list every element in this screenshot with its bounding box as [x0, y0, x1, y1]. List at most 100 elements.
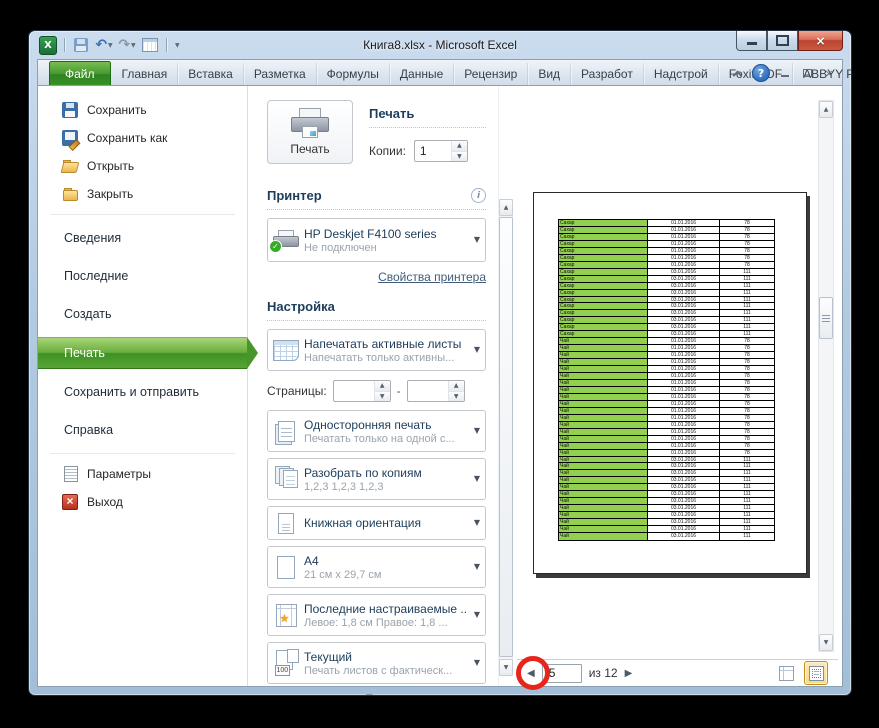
preview-table-row: Сахар 03.01.2016 111	[559, 324, 774, 332]
spin-down-icon[interactable]: ▼	[451, 151, 467, 161]
print-setting-dropdown[interactable]: Последние настраиваемые ... Левое: 1,8 с…	[267, 594, 486, 636]
preview-table-row: Чай 01.01.2016 78	[559, 414, 774, 422]
preview-bottom-bar: ◀ из 12 ▶	[517, 659, 838, 686]
preview-page: Сахар 01.01.2016 78 Сахар 01.01.2016 78 …	[533, 192, 807, 574]
spin-up-icon[interactable]: ▲	[448, 381, 464, 392]
preview-table-row: Сахар 01.01.2016 78	[559, 261, 774, 269]
scroll-up-icon[interactable]: ▲	[499, 199, 513, 216]
ribbon-tab[interactable]: Файл	[49, 61, 111, 86]
sidebar-item-icon	[62, 130, 78, 146]
page-count-label: из 12	[588, 666, 618, 680]
print-setting-dropdown[interactable]: Напечатать активные листы Напечатать тол…	[267, 329, 486, 371]
minimize-button[interactable]	[736, 31, 767, 51]
print-setting-dropdown[interactable]: Разобрать по копиям 1,2,3 1,2,3 1,2,3 ▼	[267, 458, 486, 500]
sidebar-item-icon	[62, 186, 78, 202]
sidebar-item	[50, 214, 235, 215]
chevron-down-icon: ▼	[473, 562, 480, 571]
sidebar-item[interactable]: Открыть	[38, 152, 247, 180]
workbook-restore-icon[interactable]	[800, 67, 814, 80]
save-icon[interactable]	[72, 36, 90, 54]
page-setup-link[interactable]: Параметры страницы	[365, 692, 486, 695]
page-number-input[interactable]	[541, 663, 582, 683]
redo-caret-icon: ▼	[131, 41, 136, 49]
sidebar-item[interactable]: Сохранить	[38, 96, 247, 124]
undo-caret-icon: ▼	[108, 41, 113, 49]
pages-label: Страницы:	[267, 384, 327, 398]
print-setting-dropdown[interactable]: Книжная ориентация ▼	[267, 506, 486, 540]
spin-down-icon[interactable]: ▼	[448, 391, 464, 401]
preview-table-row: Чай 03.01.2016 111	[559, 484, 774, 492]
ribbon-tab[interactable]: Данные	[390, 63, 455, 86]
preview-table-row: Сахар 01.01.2016 78	[559, 247, 774, 255]
backstage-sidebar: Сохранить Сохранить как Открыть Закрыть …	[38, 86, 258, 686]
excel-logo-icon[interactable]: X	[39, 35, 57, 55]
title-bar: X ↶ ▼ ↷ ▼ ▼ Книга8.xlsx - Microsoft Excel …	[29, 31, 851, 59]
sidebar-item[interactable]: Параметры	[38, 460, 247, 488]
prev-page-button[interactable]: ◀	[527, 668, 535, 679]
collapse-ribbon-icon[interactable]	[731, 67, 744, 80]
sidebar-item[interactable]: Закрыть	[38, 180, 247, 208]
copies-stepper[interactable]: 1 ▲ ▼	[413, 140, 468, 162]
printer-selector[interactable]: ✓ HP Deskjet F4100 series Не подключен ▼	[267, 218, 486, 262]
thumb-grip-icon	[822, 314, 830, 322]
sidebar-item[interactable]: Сохранить и отправить	[38, 377, 247, 407]
scroll-down-icon[interactable]: ▼	[819, 634, 833, 651]
zoom-to-page-button[interactable]	[804, 661, 828, 685]
scrollbar-thumb[interactable]	[819, 297, 833, 339]
sidebar-item[interactable]: Создать	[38, 299, 247, 329]
show-margins-button[interactable]	[775, 662, 797, 684]
preview-table-row: Чай 01.01.2016 78	[559, 386, 774, 394]
ribbon-tab[interactable]: Формулы	[317, 63, 390, 86]
sidebar-item[interactable]: Справка	[38, 415, 247, 445]
workbook-minimize-icon[interactable]	[778, 67, 792, 80]
ribbon-tab[interactable]: Надстрой	[644, 63, 719, 86]
sidebar-item[interactable]: Выход	[38, 488, 247, 516]
pages-from-stepper[interactable]: ▲ ▼	[332, 380, 391, 402]
preview-scrollbar[interactable]: ▲ ▼	[818, 100, 834, 652]
datasheet-icon[interactable]	[141, 36, 159, 54]
redo-icon[interactable]: ↷ ▼	[118, 36, 136, 54]
preview-table-row: Чай 01.01.2016 78	[559, 428, 774, 436]
sidebar-item-icon	[62, 494, 78, 510]
sidebar-item[interactable]: Сведения	[38, 223, 247, 253]
help-icon[interactable]: ?	[752, 64, 770, 82]
backstage-view: Сохранить Сохранить как Открыть Закрыть …	[37, 85, 843, 695]
preview-table-row: Чай 01.01.2016 78	[559, 373, 774, 380]
ribbon-tab[interactable]: Вид	[528, 63, 572, 86]
scroll-up-icon[interactable]: ▲	[819, 101, 833, 118]
sidebar-item[interactable]: Сохранить как	[38, 124, 247, 152]
customize-qat-icon[interactable]: ▼	[175, 42, 180, 49]
workbook-close-icon[interactable]: ×	[822, 67, 836, 80]
print-setting-dropdown[interactable]: Текущий Печать листов с фактическ... ▼	[267, 642, 486, 684]
print-setting-dropdown[interactable]: Односторонняя печать Печатать только на …	[267, 410, 486, 452]
excel-window: X ↶ ▼ ↷ ▼ ▼ Книга8.xlsx - Microsoft Excel …	[28, 30, 852, 696]
sidebar-item[interactable]: Последние	[38, 261, 247, 291]
spin-up-icon[interactable]: ▲	[451, 141, 467, 152]
ribbon-tab[interactable]: Разработ	[571, 63, 644, 86]
print-setting-dropdown[interactable]: A4 21 см x 29,7 см ▼	[267, 546, 486, 588]
ribbon-tab[interactable]: Рецензир	[454, 63, 529, 86]
close-button[interactable]: ×	[798, 31, 843, 51]
preview-table-row: Сахар 01.01.2016 78	[559, 233, 774, 241]
settings-scrollbar[interactable]: ▲ ▼	[498, 86, 513, 686]
undo-icon[interactable]: ↶ ▼	[95, 36, 113, 54]
spin-down-icon[interactable]: ▼	[374, 391, 390, 401]
ribbon-tab[interactable]: Вставка	[178, 63, 244, 86]
printer-properties-link[interactable]: Свойства принтера	[378, 270, 486, 284]
scrollbar-thumb[interactable]	[499, 217, 513, 657]
sidebar-item[interactable]: Печать	[38, 337, 258, 369]
scroll-down-icon[interactable]: ▼	[499, 659, 513, 676]
setting-icon	[274, 649, 299, 676]
chevron-down-icon: ▼	[473, 610, 480, 619]
next-page-button[interactable]: ▶	[625, 668, 633, 679]
spin-up-icon[interactable]: ▲	[374, 381, 390, 392]
preview-table-row: Чай 01.01.2016 78	[559, 345, 774, 353]
preview-table-row: Чай 01.01.2016 78	[559, 359, 774, 367]
print-button[interactable]: Печать	[267, 100, 353, 164]
ribbon-tab[interactable]: Разметка	[244, 63, 317, 86]
zoom-page-icon	[808, 665, 824, 681]
print-button-label: Печать	[290, 142, 330, 156]
restore-button[interactable]	[767, 31, 798, 51]
pages-to-stepper[interactable]: ▲ ▼	[406, 380, 465, 402]
ribbon-tab[interactable]: Главная	[112, 63, 179, 86]
